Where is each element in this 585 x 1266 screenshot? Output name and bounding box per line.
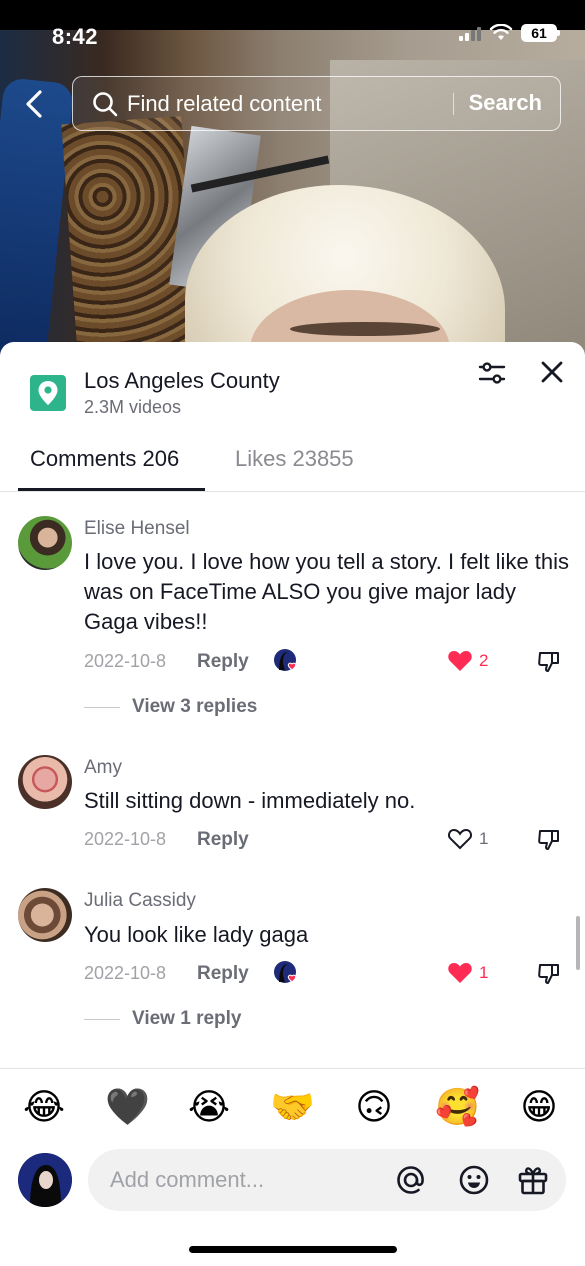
- like-button[interactable]: 2: [447, 650, 488, 672]
- home-indicator[interactable]: [189, 1246, 397, 1253]
- view-replies-button[interactable]: View 3 replies: [84, 696, 257, 718]
- reply-button[interactable]: Reply: [197, 963, 249, 985]
- view-replies-label: View 1 reply: [132, 1008, 242, 1029]
- like-count: 2: [479, 651, 489, 670]
- mention-icon[interactable]: [394, 1163, 428, 1197]
- emoji-button[interactable]: 😭: [188, 1086, 230, 1128]
- location-pin-icon: [30, 375, 66, 411]
- video-background[interactable]: [0, 0, 585, 370]
- emoji-button[interactable]: 🥰: [435, 1086, 480, 1128]
- avatar[interactable]: [18, 888, 72, 942]
- comment-username[interactable]: Elise Hensel: [84, 518, 190, 540]
- status-time: 8:42: [52, 24, 99, 49]
- location-title[interactable]: Los Angeles County: [84, 368, 280, 394]
- like-count: 1: [479, 829, 489, 848]
- avatar[interactable]: [18, 755, 72, 809]
- comment-date: 2022-10-8: [84, 651, 167, 671]
- like-button[interactable]: 1: [447, 828, 488, 850]
- emoji-button[interactable]: 😂: [23, 1086, 65, 1128]
- divider: [0, 491, 585, 492]
- signal-icon: [459, 25, 481, 41]
- heart-outline-icon: [448, 828, 472, 850]
- back-button[interactable]: [18, 86, 50, 122]
- my-avatar: [18, 1153, 72, 1207]
- comment-username[interactable]: Julia Cassidy: [84, 890, 196, 912]
- search-icon: [91, 90, 119, 118]
- chevron-left-icon: [26, 90, 42, 118]
- view-replies-label: View 3 replies: [132, 696, 258, 717]
- comment-placeholder: Add comment...: [110, 1167, 265, 1192]
- close-icon[interactable]: [538, 358, 566, 386]
- comment-input[interactable]: Add comment...: [88, 1149, 566, 1211]
- location-video-count: 2.3M videos: [84, 397, 182, 417]
- video-scene: [290, 322, 440, 336]
- thumbs-down-icon[interactable]: [537, 650, 561, 674]
- heart-filled-icon: [448, 651, 472, 671]
- comment-date: 2022-10-8: [84, 829, 167, 849]
- heart-filled-icon: [448, 963, 472, 983]
- like-count: 1: [479, 963, 489, 982]
- reply-button[interactable]: Reply: [197, 829, 249, 851]
- creator-liked-icon: [274, 649, 297, 671]
- comment-date: 2022-10-8: [84, 963, 167, 983]
- like-button[interactable]: 1: [447, 962, 488, 984]
- battery-icon: 61: [521, 24, 560, 42]
- gift-icon[interactable]: [516, 1163, 550, 1197]
- reply-button[interactable]: Reply: [197, 651, 249, 673]
- status-bar: 8:42 61: [0, 0, 585, 49]
- emoji-icon[interactable]: [457, 1163, 491, 1197]
- search-input[interactable]: Find related content Search: [72, 76, 561, 131]
- emoji-button[interactable]: 🤝: [270, 1086, 315, 1128]
- filter-icon[interactable]: [477, 358, 507, 388]
- view-replies-button[interactable]: View 1 reply: [84, 1008, 242, 1030]
- search-placeholder: Find related content: [127, 90, 322, 116]
- search-button[interactable]: Search: [469, 90, 542, 116]
- tab-comments[interactable]: Comments 206: [30, 446, 179, 472]
- emoji-button[interactable]: 😁: [518, 1086, 560, 1128]
- comment-username[interactable]: Amy: [84, 757, 122, 779]
- scrollbar[interactable]: [576, 916, 580, 970]
- avatar[interactable]: [18, 516, 72, 570]
- search-divider: [453, 93, 454, 115]
- emoji-button[interactable]: 🖤: [105, 1086, 150, 1128]
- tab-likes[interactable]: Likes 23855: [235, 446, 354, 472]
- creator-liked-icon: [274, 961, 297, 983]
- comment-text: You look like lady gaga: [84, 922, 309, 947]
- thumbs-down-icon[interactable]: [537, 962, 561, 986]
- status-icons: 61: [459, 24, 560, 42]
- divider: [0, 1068, 585, 1069]
- comment-text: I love you. I love how you tell a story.…: [84, 549, 570, 634]
- wifi-icon: [489, 24, 513, 40]
- thumbs-down-icon[interactable]: [537, 828, 561, 852]
- comment-text: Still sitting down - immediately no.: [84, 788, 416, 813]
- emoji-button[interactable]: 🙃: [353, 1086, 395, 1128]
